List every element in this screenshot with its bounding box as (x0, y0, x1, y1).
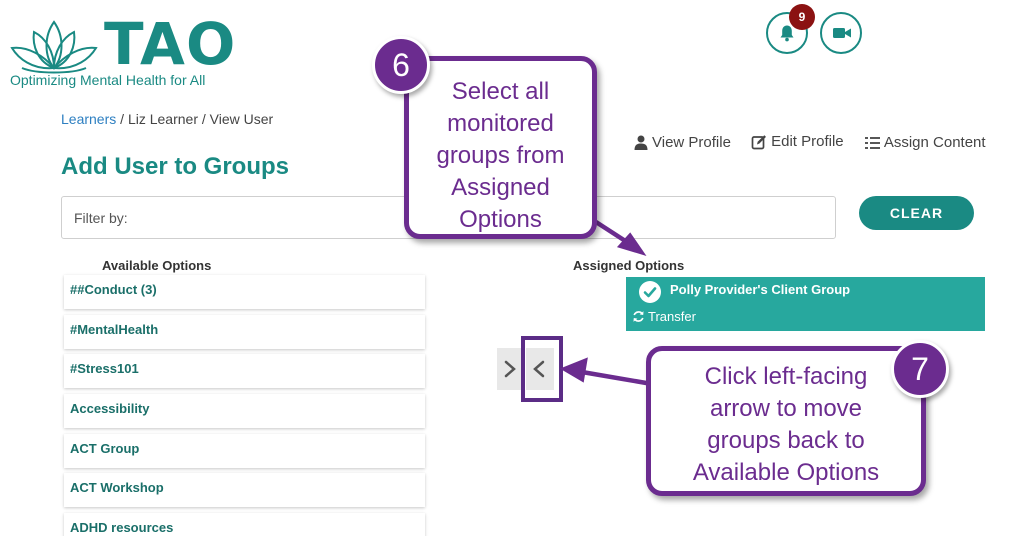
callout-7-arrowhead (559, 357, 588, 383)
callout-7-arrow (581, 369, 653, 387)
callout-6-line: Assigned (451, 174, 550, 201)
callout-6-box: Select all monitored groups from Assigne… (404, 56, 597, 239)
step-6-badge: 6 (372, 36, 430, 94)
callout-6-line: groups from (436, 142, 565, 169)
callout-7-line: Click left-facing (704, 363, 868, 390)
callout-7-box: Click left-facing arrow to move groups b… (646, 346, 926, 496)
callout-6-line: Select all (451, 78, 550, 105)
callout-7-line: Available Options (692, 459, 880, 486)
callout-7-line: groups back to (707, 427, 865, 454)
step-7-badge: 7 (891, 340, 949, 398)
callout-6-line: monitored (447, 110, 554, 137)
callout-7-line: arrow to move (709, 395, 863, 422)
callout-6-line: Options (459, 206, 542, 233)
